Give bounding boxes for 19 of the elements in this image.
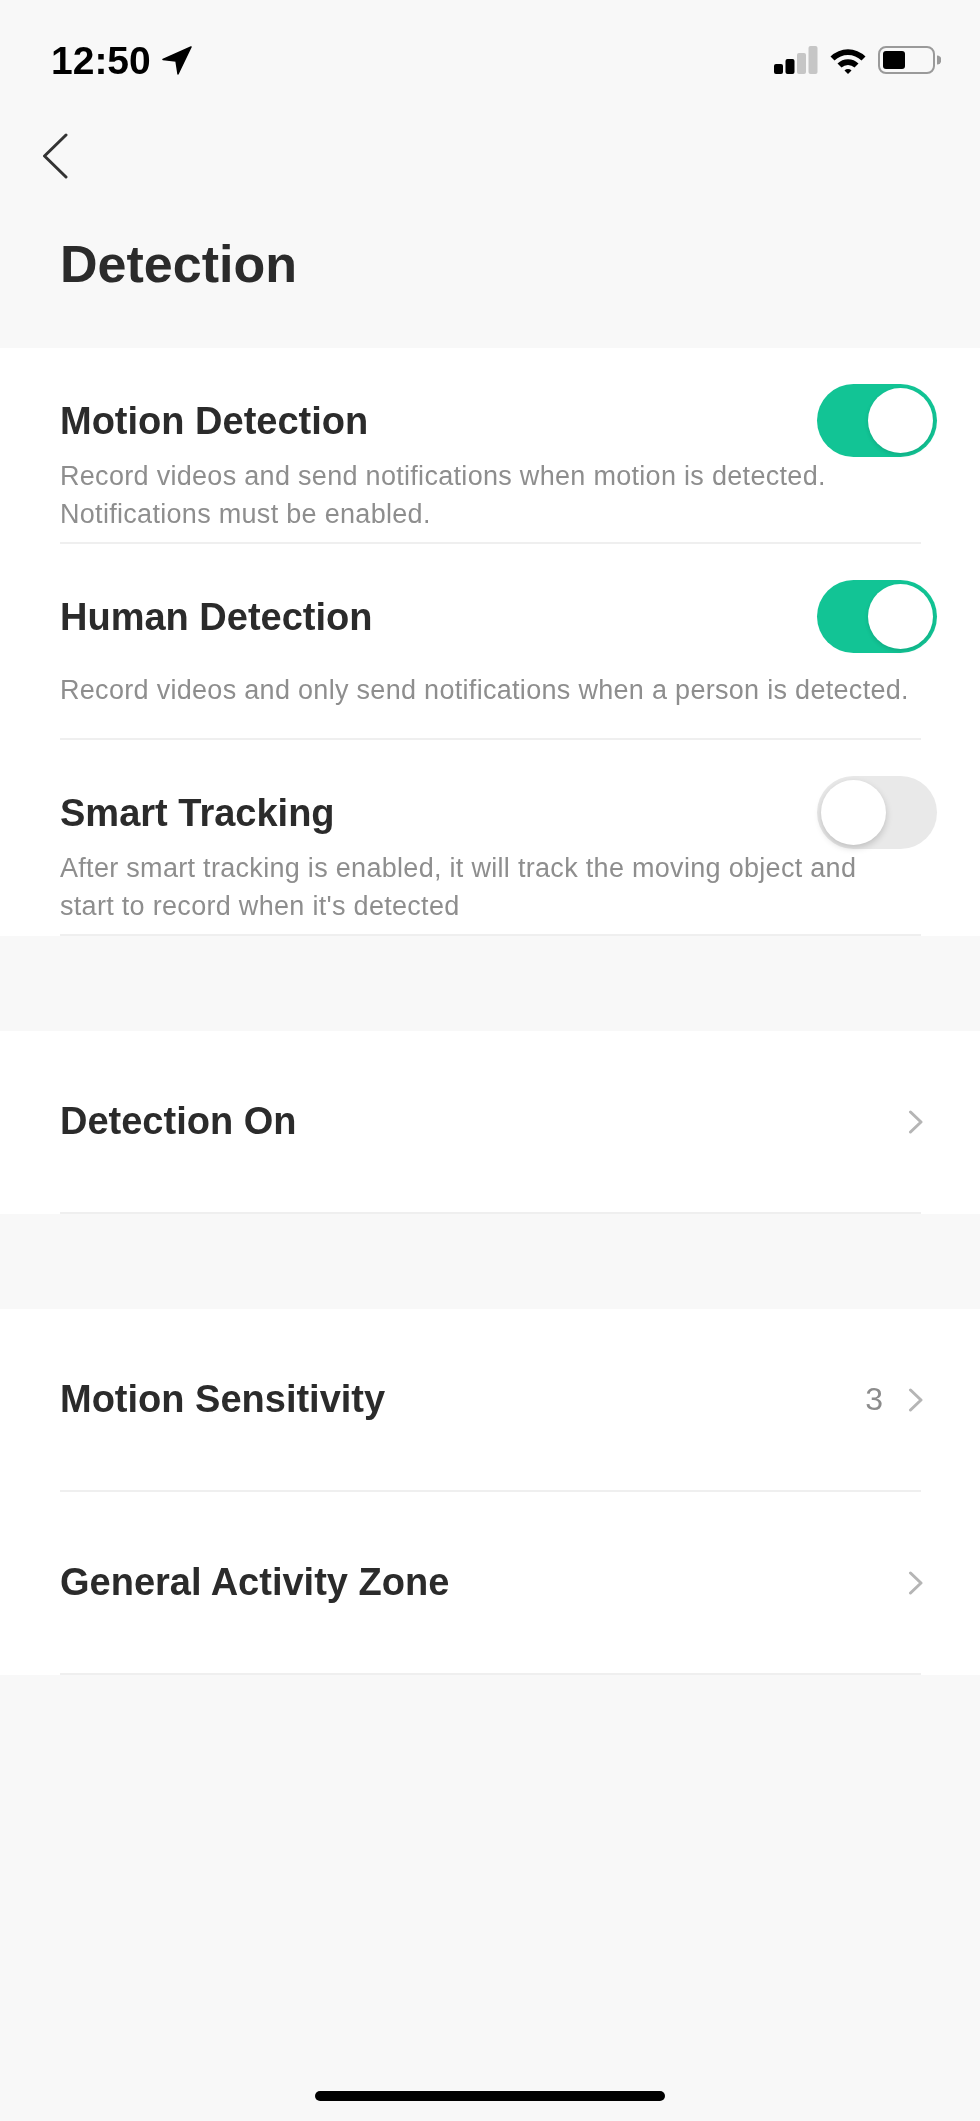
wifi-icon: [829, 46, 867, 74]
page-title: Detection: [60, 234, 298, 294]
back-icon[interactable]: [42, 133, 68, 179]
status-time: 12:50: [51, 40, 151, 80]
chevron-right-icon: [908, 1387, 924, 1412]
setting-title: Smart Tracking: [60, 790, 335, 836]
signal-bars-icon: [774, 46, 818, 74]
location-arrow-icon: [161, 45, 192, 75]
value-text: 3: [865, 1381, 883, 1418]
chevron-right-icon: [908, 1570, 924, 1595]
setting-description: Record videos and send notifications when motion is detected. Notifications must be enabled.: [60, 460, 827, 531]
settings-list-item[interactable]: General Activity Zone: [60, 1492, 921, 1675]
setting-title: Motion Detection: [60, 398, 369, 444]
setting-description: After smart tracking is enabled, it will track the moving object and start to record when it's detected: [60, 852, 858, 923]
setting-description: Record videos and only send notifications when a person is detected.: [60, 673, 909, 707]
setting-title: Human Detection: [60, 594, 373, 640]
chevron-right-icon: [908, 1109, 924, 1134]
settings-list-item[interactable]: Motion Sensitivity 3: [60, 1309, 921, 1492]
battery-icon: [878, 46, 941, 74]
